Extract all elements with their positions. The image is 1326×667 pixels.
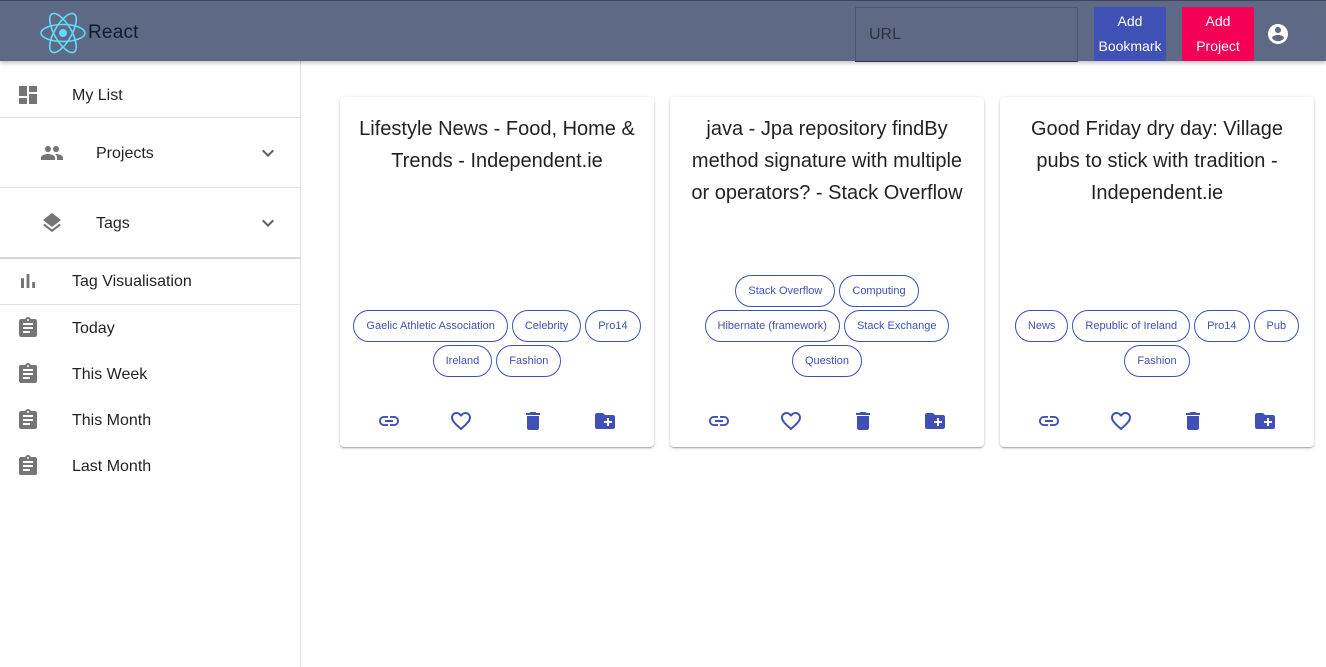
sidebar-item-this-month[interactable]: This Month: [0, 397, 300, 443]
sidebar-item-my-list[interactable]: My List: [0, 61, 300, 117]
create-new-folder-icon[interactable]: [1253, 409, 1277, 433]
tag-chip[interactable]: Pro14: [585, 310, 641, 342]
tag-chip[interactable]: Republic of Ireland: [1072, 310, 1191, 342]
link-icon[interactable]: [1037, 409, 1061, 433]
delete-icon[interactable]: [851, 409, 875, 433]
card-title: Lifestyle News - Food, Home & Trends - I…: [359, 118, 635, 172]
tag-chip[interactable]: Computing: [839, 275, 919, 307]
bar-chart-icon: [21, 274, 35, 288]
create-new-folder-icon[interactable]: [593, 409, 617, 433]
card-actions: [340, 409, 654, 433]
react-logo-icon: [40, 12, 86, 54]
sidebar-item-label: Projects: [96, 145, 154, 162]
tag-chip-list: Gaelic Athletic Association Celebrity Pr…: [350, 310, 644, 377]
assignment-icon: [19, 455, 37, 475]
tag-chip[interactable]: Stack Overflow: [735, 275, 836, 307]
tag-chip[interactable]: Hibernate (framework): [704, 310, 840, 342]
sidebar-item-tag-visualisation[interactable]: Tag Visualisation: [0, 259, 300, 304]
sidebar-item-today[interactable]: Today: [0, 305, 300, 351]
sidebar-item-label: Tags: [96, 215, 130, 232]
sidebar-item-label: Last Month: [72, 458, 152, 475]
app-bar: React Add Bookmark Add Project: [0, 0, 1326, 62]
tag-chip[interactable]: Pub: [1253, 310, 1300, 342]
chevron-down-icon[interactable]: [256, 141, 280, 165]
tag-chip-list: Stack Overflow Computing Hibernate (fram…: [680, 275, 974, 377]
link-icon[interactable]: [377, 409, 401, 433]
sidebar-item-this-week[interactable]: This Week: [0, 351, 300, 397]
url-input[interactable]: [855, 7, 1078, 62]
sidebar-item-label: Today: [72, 320, 115, 337]
tag-chip[interactable]: Celebrity: [511, 310, 582, 342]
heart-icon[interactable]: [449, 409, 473, 433]
bookmark-card: Good Friday dry day: Village pubs to sti…: [1000, 97, 1314, 447]
tag-chip[interactable]: Fashion: [1124, 345, 1190, 377]
tag-chip[interactable]: Fashion: [496, 345, 562, 377]
card-title: java - Jpa repository findBy method sign…: [691, 118, 963, 204]
create-new-folder-icon[interactable]: [923, 409, 947, 433]
bookmark-card: Lifestyle News - Food, Home & Trends - I…: [340, 97, 654, 447]
tag-chip[interactable]: Pro14: [1194, 310, 1250, 342]
sidebar-item-last-month[interactable]: Last Month: [0, 443, 300, 489]
tag-chip[interactable]: Gaelic Athletic Association: [353, 310, 508, 342]
card-actions: [1000, 409, 1314, 433]
chevron-down-icon[interactable]: [256, 211, 280, 235]
card-actions: [670, 409, 984, 433]
assignment-icon: [19, 409, 37, 429]
card-title: Good Friday dry day: Village pubs to sti…: [1031, 118, 1283, 204]
add-project-button[interactable]: Add Project: [1182, 7, 1254, 61]
assignment-icon: [19, 363, 37, 383]
layers-icon: [43, 213, 61, 233]
tag-chip[interactable]: Question: [791, 345, 863, 377]
add-bookmark-button[interactable]: Add Bookmark: [1094, 7, 1166, 61]
assignment-icon: [19, 317, 37, 337]
heart-icon[interactable]: [779, 409, 803, 433]
account-circle-icon[interactable]: [1266, 22, 1290, 46]
link-icon[interactable]: [707, 409, 731, 433]
tag-chip-list: News Republic of Ireland Pro14 Pub Fashi…: [1010, 310, 1304, 377]
delete-icon[interactable]: [521, 409, 545, 433]
app-title: React: [88, 22, 139, 43]
sidebar: My List Projects Tags Tag Visualisation …: [0, 61, 301, 667]
tag-chip[interactable]: Ireland: [432, 345, 493, 377]
bookmark-card: java - Jpa repository findBy method sign…: [670, 97, 984, 447]
sidebar-item-tags[interactable]: Tags: [0, 188, 300, 257]
tag-chip[interactable]: News: [1014, 310, 1069, 342]
sidebar-item-label: Tag Visualisation: [72, 273, 192, 290]
sidebar-item-projects[interactable]: Projects: [0, 118, 300, 187]
dashboard-icon: [19, 86, 37, 104]
delete-icon[interactable]: [1181, 409, 1205, 433]
sidebar-item-label: This Week: [72, 366, 148, 383]
sidebar-item-label: My List: [72, 87, 123, 104]
people-icon: [41, 146, 63, 160]
tag-chip[interactable]: Stack Exchange: [843, 310, 950, 342]
sidebar-item-label: This Month: [72, 412, 152, 429]
heart-icon[interactable]: [1109, 409, 1133, 433]
